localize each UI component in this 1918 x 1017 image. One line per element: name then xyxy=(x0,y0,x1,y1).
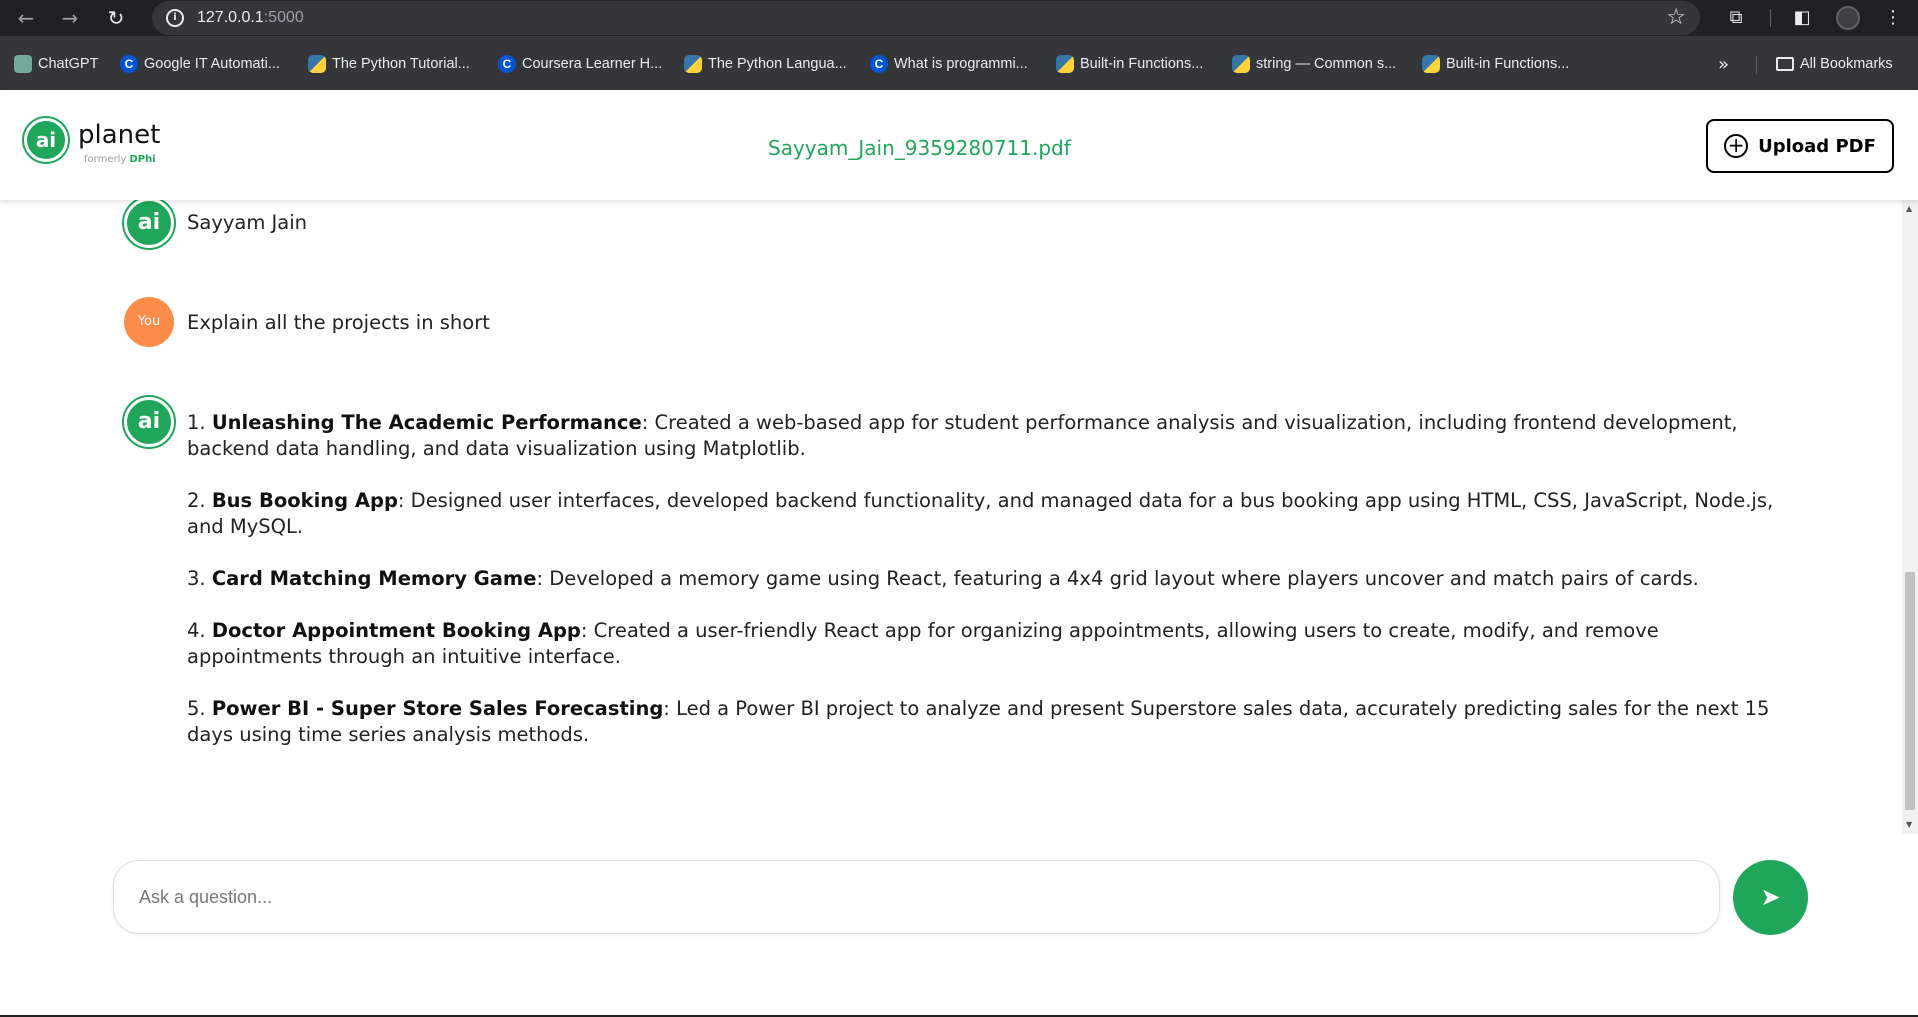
back-icon[interactable]: ← xyxy=(14,6,38,30)
bookmark-string-common[interactable]: string — Common s... xyxy=(1232,54,1396,74)
forward-icon[interactable]: → xyxy=(58,6,82,30)
project-title: Power BI - Super Store Sales Forecasting xyxy=(211,697,664,720)
site-info-icon[interactable]: i xyxy=(166,9,184,27)
send-button[interactable]: ➤ xyxy=(1733,860,1808,935)
scrollbar-thumb[interactable] xyxy=(1905,572,1915,810)
bookmark-python-language[interactable]: The Python Langua... xyxy=(684,54,847,74)
project-item: 3. Card Matching Memory Game: Developed … xyxy=(187,566,1777,592)
python-icon xyxy=(684,55,702,73)
send-icon: ➤ xyxy=(1760,883,1781,911)
logo-subtitle: formerly DPhi xyxy=(84,154,156,165)
python-icon xyxy=(308,55,326,73)
browser-menu-icon[interactable]: ⋮ xyxy=(1881,6,1905,30)
bookmark-label: ChatGPT xyxy=(38,56,99,72)
bookmark-label: string — Common s... xyxy=(1256,56,1397,72)
bookmark-google-it[interactable]: C Google IT Automati... xyxy=(120,54,280,74)
ai-message: Sayyam Jain xyxy=(187,211,308,234)
ai-avatar: ai xyxy=(124,200,174,248)
bookmark-builtin-functions[interactable]: Built-in Functions... xyxy=(1056,54,1203,74)
scroll-up-icon[interactable]: ▲ xyxy=(1906,204,1912,213)
scroll-down-icon[interactable]: ▼ xyxy=(1906,820,1912,829)
python-icon xyxy=(1422,55,1440,73)
python-icon xyxy=(1232,55,1250,73)
bookmark-label: Google IT Automati... xyxy=(144,56,280,72)
question-input[interactable] xyxy=(113,860,1720,934)
bookmarks-bar: ChatGPT C Google IT Automati... The Pytho… xyxy=(0,36,1918,90)
all-bookmarks-label: All Bookmarks xyxy=(1800,56,1893,72)
bookmark-coursera-learner[interactable]: C Coursera Learner H... xyxy=(498,54,662,74)
user-avatar: You xyxy=(124,297,174,347)
coursera-icon: C xyxy=(870,55,888,73)
chatgpt-icon xyxy=(14,55,32,73)
project-description: : Designed user interfaces, developed ba… xyxy=(187,489,1774,538)
bookmarks-divider xyxy=(1756,56,1757,74)
address-bar[interactable]: i 127.0.0.1:5000 ☆ xyxy=(152,1,1700,35)
all-bookmarks-button[interactable]: All Bookmarks xyxy=(1776,54,1893,74)
bookmark-chatgpt[interactable]: ChatGPT xyxy=(14,54,98,74)
more-bookmarks-icon[interactable]: » xyxy=(1718,54,1729,75)
extensions-icon[interactable]: ⧉ xyxy=(1724,6,1748,30)
browser-toolbar: ← → ↻ i 127.0.0.1:5000 ☆ ⧉ ◧ ⋮ xyxy=(0,0,1918,36)
project-title: Bus Booking App xyxy=(211,489,398,512)
logo-wordmark: planet xyxy=(78,120,161,150)
logo-icon: ai xyxy=(24,118,68,162)
project-number: 4. xyxy=(187,619,206,642)
project-title: Doctor Appointment Booking App xyxy=(211,619,581,642)
bookmark-label: Built-in Functions... xyxy=(1446,56,1570,72)
coursera-icon: C xyxy=(120,55,138,73)
project-number: 5. xyxy=(187,697,206,720)
uploaded-filename: Sayyam_Jain_9359280711.pdf xyxy=(768,136,1071,160)
logo-sub-brand: DPhi xyxy=(129,154,156,165)
toolbar-divider xyxy=(1770,9,1771,27)
project-description: : Developed a memory game using React, f… xyxy=(536,567,1699,590)
bookmark-builtin-functions-2[interactable]: Built-in Functions... xyxy=(1422,54,1569,74)
user-message: Explain all the projects in short xyxy=(187,311,490,334)
bookmark-star-icon[interactable]: ☆ xyxy=(1666,5,1686,30)
project-item: 5. Power BI - Super Store Sales Forecast… xyxy=(187,696,1777,748)
project-number: 1. xyxy=(187,411,206,434)
bookmark-label: Built-in Functions... xyxy=(1080,56,1204,72)
folder-icon xyxy=(1776,57,1794,71)
reload-icon[interactable]: ↻ xyxy=(104,6,128,30)
address-url[interactable]: 127.0.0.1:5000 xyxy=(197,9,304,27)
project-title: Card Matching Memory Game xyxy=(211,567,537,590)
project-item: 1. Unleashing The Academic Performance: … xyxy=(187,410,1777,462)
upload-pdf-button[interactable]: + Upload PDF xyxy=(1706,119,1894,173)
app-header: ai planet formerly DPhi Sayyam_Jain_9359… xyxy=(0,90,1918,200)
upload-pdf-label: Upload PDF xyxy=(1758,135,1876,157)
profile-avatar[interactable] xyxy=(1836,6,1860,30)
ai-avatar: ai xyxy=(124,397,174,447)
project-title: Unleashing The Academic Performance xyxy=(211,411,642,434)
project-number: 3. xyxy=(187,567,206,590)
project-item: 4. Doctor Appointment Booking App: Creat… xyxy=(187,618,1777,670)
plus-circle-icon: + xyxy=(1724,134,1749,158)
side-panel-icon[interactable]: ◧ xyxy=(1790,6,1814,30)
bookmark-what-is-programming[interactable]: C What is programmi... xyxy=(870,54,1028,74)
bookmark-label: Coursera Learner H... xyxy=(522,56,663,72)
bookmark-label: The Python Tutorial... xyxy=(332,56,470,72)
ai-answer: 1. Unleashing The Academic Performance : … xyxy=(187,410,1777,774)
bookmark-label: The Python Langua... xyxy=(708,56,847,72)
chat-scrollbar[interactable]: ▲ ▼ xyxy=(1902,200,1918,834)
logo-sub-prefix: formerly xyxy=(84,154,127,165)
coursera-icon: C xyxy=(498,55,516,73)
python-icon xyxy=(1056,55,1074,73)
bookmark-label: What is programmi... xyxy=(894,56,1028,72)
url-port: :5000 xyxy=(263,9,304,26)
chat-area[interactable]: ai Sayyam Jain You Explain all the proje… xyxy=(0,200,1902,834)
project-item: 2. Bus Booking App: Designed user interf… xyxy=(187,488,1777,540)
bookmark-python-tutorial[interactable]: The Python Tutorial... xyxy=(308,54,470,74)
project-number: 2. xyxy=(187,489,206,512)
url-host: 127.0.0.1 xyxy=(197,9,264,26)
